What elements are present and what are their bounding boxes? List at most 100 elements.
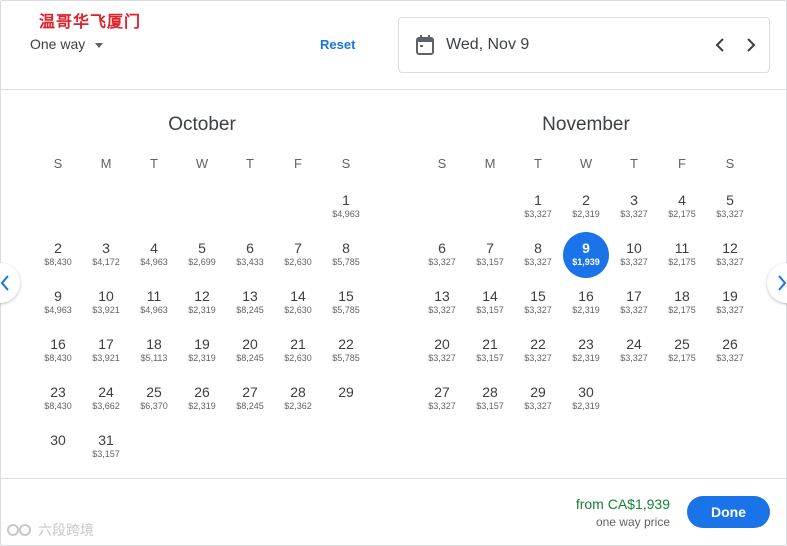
calendar-day[interactable]: 16 $8,430 <box>34 328 82 374</box>
calendar-day[interactable]: 15 $5,785 <box>322 280 370 326</box>
weekday-header: F <box>678 156 686 171</box>
calendar-day[interactable]: 17 $3,327 <box>610 280 658 326</box>
calendar-day[interactable]: 24 $3,327 <box>610 328 658 374</box>
calendar-day[interactable]: 7 $2,630 <box>274 232 322 278</box>
day-number: 30 <box>578 384 594 400</box>
calendar-day[interactable]: 30 <box>34 424 82 470</box>
weekday-header: T <box>630 156 638 171</box>
day-price: $2,699 <box>188 257 216 267</box>
calendar-day[interactable]: 28 $2,362 <box>274 376 322 422</box>
calendar-day[interactable]: 8 $5,785 <box>322 232 370 278</box>
day-number: 4 <box>678 192 686 208</box>
calendar-day[interactable]: 4 $4,963 <box>130 232 178 278</box>
day-number: 5 <box>198 240 206 256</box>
calendar-day[interactable]: 1 $3,327 <box>514 184 562 230</box>
calendar-day[interactable]: 16 $2,319 <box>562 280 610 326</box>
weekday-header: S <box>725 156 735 171</box>
calendar-day[interactable]: 4 $2,175 <box>658 184 706 230</box>
weekday-header: S <box>437 156 447 171</box>
calendar-day[interactable]: 14 $3,157 <box>466 280 514 326</box>
departure-date-value: Wed, Nov 9 <box>446 36 530 53</box>
calendar-day[interactable]: 1 $4,963 <box>322 184 370 230</box>
calendar-day[interactable]: 30 $2,319 <box>562 376 610 422</box>
calendar-day[interactable]: 25 $2,175 <box>658 328 706 374</box>
calendar-day[interactable]: 13 $3,327 <box>418 280 466 326</box>
calendar-day[interactable]: 18 $5,113 <box>130 328 178 374</box>
calendar-day[interactable]: 11 $2,175 <box>658 232 706 278</box>
calendar-day[interactable]: 7 $3,157 <box>466 232 514 278</box>
calendar-day[interactable]: 5 $3,327 <box>706 184 754 230</box>
day-number: 1 <box>342 192 350 208</box>
day-price: $2,175 <box>668 305 696 315</box>
day-price: $3,327 <box>428 305 456 315</box>
calendar-day[interactable]: 15 $3,327 <box>514 280 562 326</box>
calendar-day[interactable]: 2 $2,319 <box>562 184 610 230</box>
day-price: $4,963 <box>44 305 72 315</box>
next-date-chevron-right-icon[interactable] <box>740 34 762 56</box>
calendar-day[interactable]: 8 $3,327 <box>514 232 562 278</box>
day-number: 1 <box>534 192 542 208</box>
calendar-day[interactable]: 21 $2,630 <box>274 328 322 374</box>
day-price: $2,175 <box>668 209 696 219</box>
day-number: 14 <box>482 288 498 304</box>
day-price: $4,963 <box>140 257 168 267</box>
calendar-day[interactable]: 26 $3,327 <box>706 328 754 374</box>
done-button[interactable]: Done <box>687 496 770 528</box>
calendar-day[interactable]: 10 $3,327 <box>610 232 658 278</box>
calendar-day[interactable]: 19 $3,327 <box>706 280 754 326</box>
day-number: 8 <box>342 240 350 256</box>
calendar-day[interactable]: 13 $8,245 <box>226 280 274 326</box>
day-price: $2,630 <box>284 257 312 267</box>
price-type-note: one way price <box>595 515 670 529</box>
day-price: $8,430 <box>44 257 72 267</box>
calendar-day[interactable]: 28 $3,157 <box>466 376 514 422</box>
calendar-day[interactable]: 12 $2,319 <box>178 280 226 326</box>
calendar-day[interactable]: 14 $2,630 <box>274 280 322 326</box>
day-number: 10 <box>98 288 114 304</box>
reset-button[interactable]: Reset <box>320 37 355 52</box>
calendar-day[interactable]: 3 $3,327 <box>610 184 658 230</box>
calendar-icon <box>416 35 434 55</box>
departure-date-field[interactable]: Wed, Nov 9 <box>398 17 770 73</box>
calendar-day[interactable]: 29 <box>322 376 370 422</box>
day-price: $2,319 <box>188 305 216 315</box>
day-price: $3,327 <box>716 353 744 363</box>
calendar-day[interactable]: 23 $2,319 <box>562 328 610 374</box>
calendar-day[interactable]: 2 $8,430 <box>34 232 82 278</box>
calendar-day[interactable]: 23 $8,430 <box>34 376 82 422</box>
calendar-day[interactable]: 21 $3,157 <box>466 328 514 374</box>
calendar-day[interactable]: 25 $6,370 <box>130 376 178 422</box>
calendar-day[interactable]: 17 $3,921 <box>82 328 130 374</box>
day-price: $2,175 <box>668 353 696 363</box>
calendar-day[interactable]: 18 $2,175 <box>658 280 706 326</box>
day-number: 15 <box>338 288 354 304</box>
calendar-day[interactable]: 20 $3,327 <box>418 328 466 374</box>
calendar-day[interactable]: 5 $2,699 <box>178 232 226 278</box>
calendar-day[interactable]: 26 $2,319 <box>178 376 226 422</box>
calendar-day[interactable]: 29 $3,327 <box>514 376 562 422</box>
calendar-day[interactable]: 11 $4,963 <box>130 280 178 326</box>
calendar-day[interactable]: 22 $3,327 <box>514 328 562 374</box>
day-number: 24 <box>98 384 114 400</box>
day-number: 12 <box>194 288 210 304</box>
calendar-day[interactable]: 22 $5,785 <box>322 328 370 374</box>
calendar-day[interactable]: 27 $3,327 <box>418 376 466 422</box>
calendar-day[interactable]: 19 $2,319 <box>178 328 226 374</box>
day-number: 13 <box>242 288 258 304</box>
calendar-day[interactable]: 9 $4,963 <box>34 280 82 326</box>
calendar-day[interactable]: 20 $8,245 <box>226 328 274 374</box>
calendar-day[interactable]: 3 $4,172 <box>82 232 130 278</box>
day-price: $3,327 <box>620 209 648 219</box>
previous-date-chevron-left-icon[interactable] <box>709 34 731 56</box>
calendar-day[interactable]: 12 $3,327 <box>706 232 754 278</box>
day-price: $1,939 <box>572 257 600 267</box>
calendar-day-selected[interactable]: 9 $1,939 <box>562 232 610 278</box>
calendar-day[interactable]: 31 $3,157 <box>82 424 130 470</box>
calendar-day[interactable]: 10 $3,921 <box>82 280 130 326</box>
day-number: 28 <box>482 384 498 400</box>
calendar-day[interactable]: 24 $3,662 <box>82 376 130 422</box>
calendar-day[interactable]: 27 $8,245 <box>226 376 274 422</box>
calendar-day[interactable]: 6 $3,433 <box>226 232 274 278</box>
calendar-day[interactable]: 6 $3,327 <box>418 232 466 278</box>
trip-type-dropdown[interactable]: One way <box>30 36 104 52</box>
